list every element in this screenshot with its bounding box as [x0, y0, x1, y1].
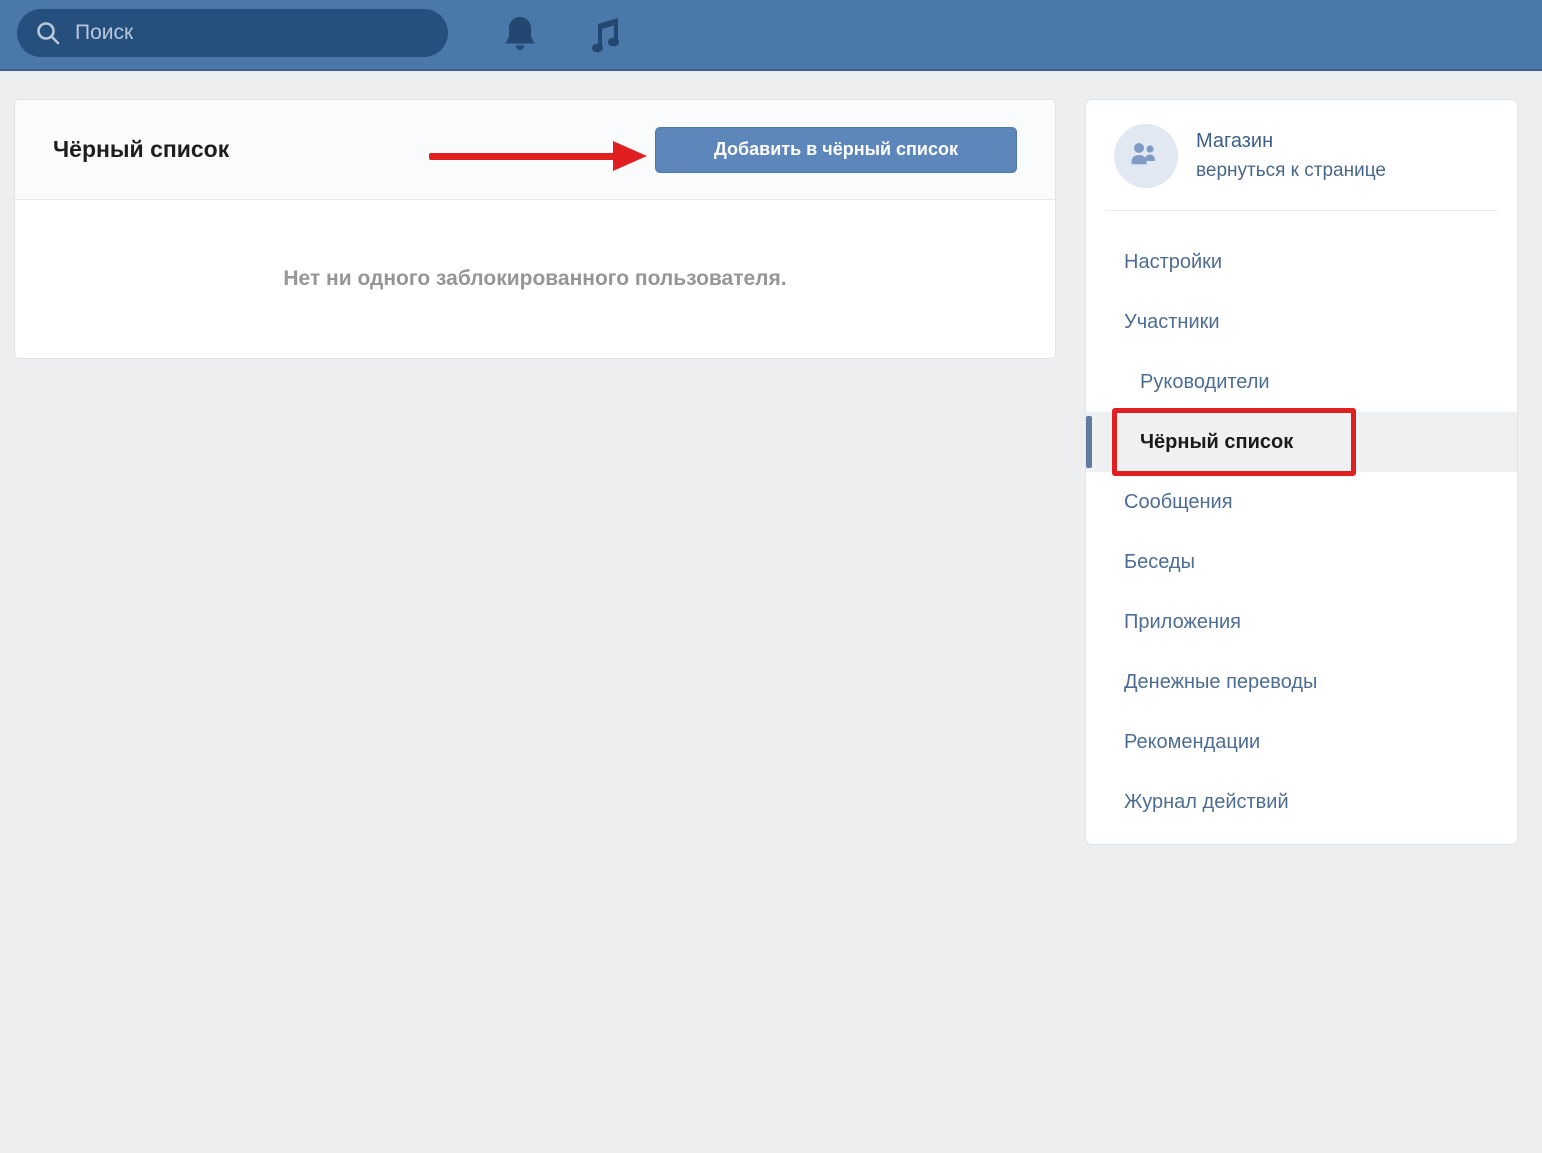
sidebar-item-3[interactable]: Чёрный список [1086, 412, 1517, 472]
community-settings-sidebar: Магазин вернуться к странице Настройки Уч… [1085, 99, 1518, 845]
blacklist-panel-header: Чёрный список Добавить в чёрный список [15, 100, 1055, 200]
sidebar-item-label: Сообщения [1124, 491, 1233, 514]
sidebar-item-label: Денежные переводы [1124, 671, 1317, 694]
search-bar[interactable] [17, 9, 448, 57]
sidebar-divider [1106, 210, 1497, 211]
top-navigation-bar [0, 0, 1542, 71]
page-title: Чёрный список [53, 136, 229, 163]
search-icon [35, 20, 61, 46]
red-arrow-shaft [429, 153, 615, 160]
bell-icon [500, 14, 540, 56]
sidebar-item-0[interactable]: Настройки [1086, 232, 1517, 292]
red-arrow-annotation [429, 141, 655, 171]
people-icon [1127, 140, 1165, 172]
sidebar-item-label: Настройки [1124, 251, 1222, 274]
red-arrow-head [613, 141, 647, 171]
sidebar-item-label: Беседы [1124, 551, 1195, 574]
music-note-icon [585, 14, 625, 56]
music-button[interactable] [583, 13, 627, 57]
sidebar-item-label: Руководители [1140, 371, 1270, 394]
search-input[interactable] [73, 20, 430, 46]
sidebar-item-6[interactable]: Приложения [1086, 592, 1517, 652]
sidebar-item-8[interactable]: Рекомендации [1086, 712, 1517, 772]
sidebar-item-7[interactable]: Денежные переводы [1086, 652, 1517, 712]
sidebar-item-label: Приложения [1124, 611, 1241, 634]
community-name-link[interactable]: Магазин [1196, 130, 1386, 153]
sidebar-item-label: Журнал действий [1124, 791, 1289, 814]
sidebar-item-1[interactable]: Участники [1086, 292, 1517, 352]
notifications-button[interactable] [498, 13, 542, 57]
sidebar-item-2[interactable]: Руководители [1086, 352, 1517, 412]
blacklist-panel: Чёрный список Добавить в чёрный список Н… [14, 99, 1056, 359]
empty-state-message: Нет ни одного заблокированного пользоват… [283, 267, 786, 291]
sidebar-item-5[interactable]: Беседы [1086, 532, 1517, 592]
sidebar-item-9[interactable]: Журнал действий [1086, 772, 1517, 832]
community-profile-row: Магазин вернуться к странице [1086, 100, 1517, 210]
sidebar-item-label: Рекомендации [1124, 731, 1260, 754]
sidebar-item-4[interactable]: Сообщения [1086, 472, 1517, 532]
sidebar-item-label: Чёрный список [1140, 431, 1293, 454]
add-to-blacklist-button[interactable]: Добавить в чёрный список [655, 127, 1017, 173]
sidebar-menu: Настройки Участники Руководители Чёрный спи… [1086, 232, 1517, 832]
blacklist-panel-body: Нет ни одного заблокированного пользоват… [15, 200, 1055, 358]
sidebar-item-label: Участники [1124, 311, 1220, 334]
community-avatar[interactable] [1114, 124, 1178, 188]
back-to-page-link[interactable]: вернуться к странице [1196, 160, 1386, 182]
